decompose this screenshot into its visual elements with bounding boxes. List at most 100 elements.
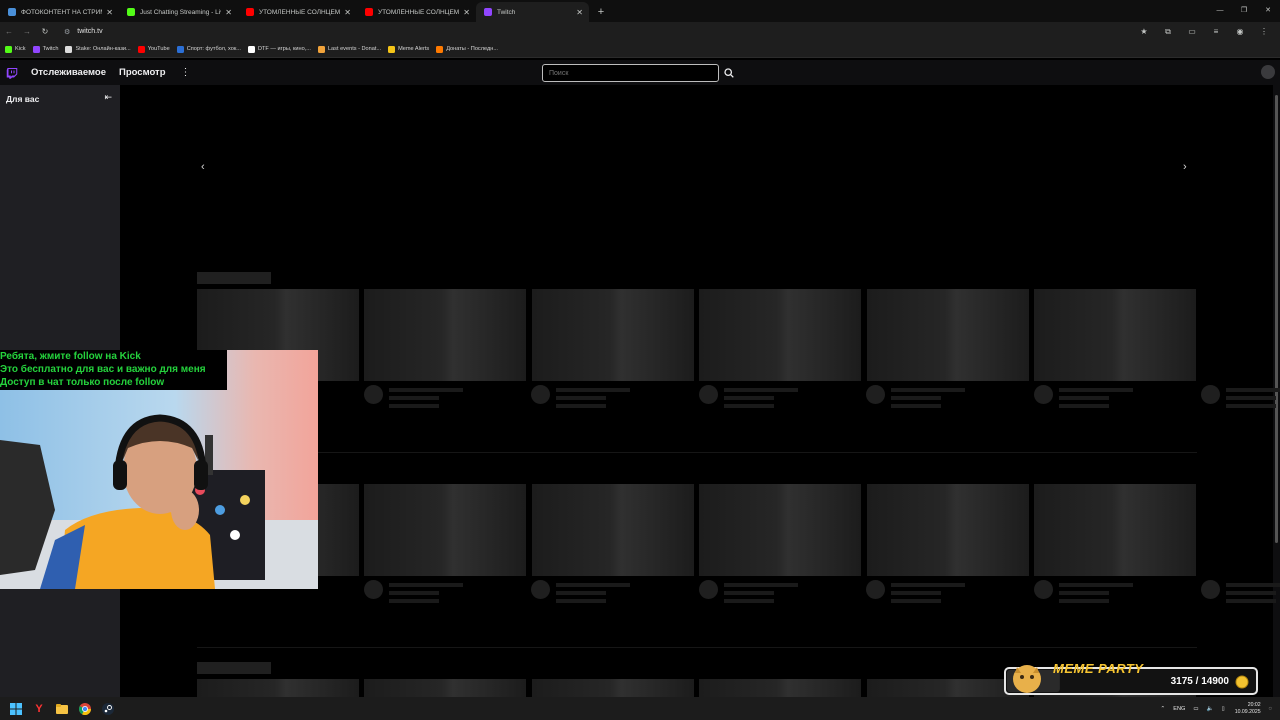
bookmark-item[interactable]: Спорт: футбол, хок...: [176, 45, 241, 53]
windows-start-icon[interactable]: [6, 699, 26, 719]
search-icon: [724, 68, 734, 78]
search-button[interactable]: [721, 64, 737, 82]
dtf-icon: [247, 45, 255, 53]
skeleton-stream-card: [867, 289, 1029, 381]
bookmark-item[interactable]: Meme Alerts: [388, 45, 429, 53]
menu-icon[interactable]: ⋮: [1252, 27, 1276, 36]
meme-party-widget: MEME PARTY 3175 / 14900: [1003, 661, 1259, 697]
carousel-prev-icon[interactable]: ‹: [201, 161, 205, 173]
windows-taskbar: Y ⌃ ENG ▭ 🔈 ▯ 20:02 10.09.2025 ◌: [0, 697, 1280, 720]
network-icon[interactable]: ▭: [1193, 706, 1198, 712]
browser-tab-active[interactable]: Twitch ✕: [476, 2, 589, 22]
toolbar-icons: ★ ⧉ ▭ ≡ ◉ ⋮: [1132, 22, 1276, 41]
site-info-icon[interactable]: ⚙: [64, 28, 70, 36]
file-explorer-icon[interactable]: [52, 699, 72, 719]
bookmark-label: Twitch: [42, 46, 59, 52]
address-bar[interactable]: ⚙ twitch.tv: [58, 24, 1158, 40]
window-controls: — ❐ ✕: [1208, 0, 1280, 20]
bookmark-item[interactable]: YouTube: [137, 45, 170, 53]
chrome-icon[interactable]: [75, 699, 95, 719]
skeleton-avatar: [1201, 580, 1220, 599]
extensions-icon[interactable]: ⧉: [1156, 27, 1180, 37]
banner-line: Ребята, жмите follow на Kick: [0, 351, 141, 362]
skeleton-avatar: [531, 580, 550, 599]
profile-icon[interactable]: ◉: [1228, 27, 1252, 36]
tray-overflow-icon[interactable]: ⌃: [1161, 706, 1166, 712]
meme-alerts-icon: [388, 45, 396, 53]
bookmark-item[interactable]: Stake: Онлайн-кази...: [65, 45, 131, 53]
close-tab-icon[interactable]: ✕: [463, 8, 470, 17]
restore-icon[interactable]: ❐: [1232, 0, 1256, 20]
tab-title: УТОМЛЁННЫЕ СОЛНЦЕМ 2 ПРЕД: [378, 8, 460, 16]
nav-browse[interactable]: Просмотр: [119, 67, 166, 78]
browser-tab[interactable]: УТОМЛЕННЫЕ СОЛНЦЕМ 2 ЦИТ ✕: [238, 2, 357, 22]
language-indicator[interactable]: ENG: [1173, 706, 1185, 712]
clock-date: 10.09.2025: [1234, 708, 1261, 715]
notifications-icon[interactable]: ◌: [1269, 706, 1272, 712]
cast-icon[interactable]: ▭: [1180, 27, 1204, 36]
close-window-icon[interactable]: ✕: [1256, 0, 1280, 20]
skeleton-text-line: [1226, 591, 1276, 595]
collapse-sidebar-icon[interactable]: ⇤: [104, 92, 112, 103]
reload-icon[interactable]: ↻: [36, 23, 54, 41]
tab-favicon-icon: [8, 8, 16, 16]
minimize-icon[interactable]: —: [1208, 0, 1232, 20]
nav-following[interactable]: Отслеживаемое: [31, 67, 106, 78]
close-tab-icon[interactable]: ✕: [106, 8, 113, 17]
battery-icon[interactable]: ▯: [1222, 706, 1225, 712]
skeleton-text-line: [556, 404, 606, 408]
skeleton-text-line: [556, 599, 606, 603]
follow-kick-banner: Ребята, жмите follow на Kick Это бесплат…: [0, 350, 227, 390]
back-icon[interactable]: ←: [0, 23, 18, 41]
bookmark-label: Stake: Онлайн-кази...: [75, 46, 131, 52]
skeleton-text-line: [1059, 583, 1133, 587]
skeleton-avatar: [1034, 385, 1053, 404]
skeleton-text-line: [891, 591, 941, 595]
browser-tab[interactable]: Just Chatting Streaming - Live ✕: [119, 2, 238, 22]
new-tab-button[interactable]: +: [593, 2, 609, 22]
skeleton-avatar: [1201, 385, 1220, 404]
media-controls-icon[interactable]: ≡: [1204, 27, 1228, 36]
yandex-browser-icon[interactable]: Y: [29, 699, 49, 719]
skeleton-text-line: [1059, 599, 1109, 603]
scrollbar-thumb[interactable]: [1275, 95, 1278, 543]
bookmark-label: Донаты - Последн...: [446, 46, 498, 52]
tab-strip: ФОТОКОНТЕНТ НА СТРИМ МЫ ✕ Just Chatting …: [0, 0, 1280, 22]
bookmark-item[interactable]: Kick: [5, 45, 26, 53]
skeleton-stream-card: [867, 484, 1029, 576]
skeleton-avatar: [531, 385, 550, 404]
twitch-logo-icon[interactable]: [6, 67, 18, 79]
twitch-icon: [32, 45, 40, 53]
volume-icon[interactable]: 🔈: [1207, 706, 1214, 712]
bookmark-item[interactable]: Twitch: [32, 45, 59, 53]
carousel-next-icon[interactable]: ›: [1183, 161, 1187, 173]
skeleton-text-line: [556, 388, 630, 392]
skeleton-stream-card: [699, 289, 861, 381]
user-avatar[interactable]: [1261, 65, 1275, 79]
steam-icon[interactable]: [98, 699, 118, 719]
skeleton-text-line: [389, 388, 463, 392]
forward-icon[interactable]: →: [18, 23, 36, 41]
skeleton-text-line: [1226, 388, 1280, 392]
twitch-favicon-icon: [484, 8, 492, 16]
skeleton-stream-card: [364, 679, 526, 697]
close-tab-icon[interactable]: ✕: [576, 8, 583, 17]
meme-party-progress: 3175 / 14900: [1170, 676, 1229, 687]
bookmark-item[interactable]: DTF — игры, кино,...: [247, 45, 311, 53]
bookmark-star-icon[interactable]: ★: [1132, 27, 1156, 36]
skeleton-text-line: [724, 388, 798, 392]
clock[interactable]: 20:02 10.09.2025: [1235, 702, 1261, 716]
skeleton-text-line: [389, 404, 439, 408]
skeleton-text-line: [1226, 396, 1276, 400]
close-tab-icon[interactable]: ✕: [225, 8, 232, 17]
bookmark-item[interactable]: Last events - Donat...: [317, 45, 381, 53]
close-tab-icon[interactable]: ✕: [344, 8, 351, 17]
skeleton-text-line: [389, 591, 439, 595]
more-menu-icon[interactable]: ⋮: [181, 67, 191, 78]
stake-icon: [65, 45, 73, 53]
bookmark-item[interactable]: Донаты - Последн...: [436, 45, 498, 53]
search-input[interactable]: [542, 64, 719, 82]
skeleton-text-line: [724, 396, 774, 400]
browser-tab[interactable]: УТОМЛЁННЫЕ СОЛНЦЕМ 2 ПРЕД ✕: [357, 2, 476, 22]
browser-tab[interactable]: ФОТОКОНТЕНТ НА СТРИМ МЫ ✕: [0, 2, 119, 22]
